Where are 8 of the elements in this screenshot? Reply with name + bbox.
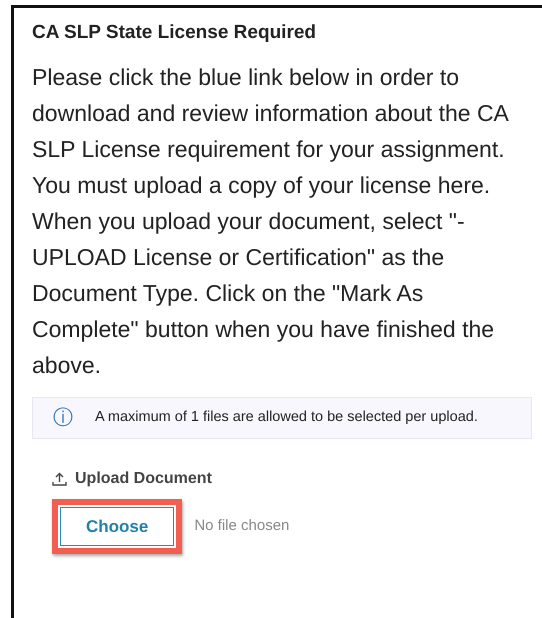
choose-button[interactable]: Choose <box>60 506 174 546</box>
upload-icon <box>52 472 67 486</box>
panel-title: CA SLP State License Required <box>32 22 318 45</box>
file-status-text: No file chosen <box>194 516 290 536</box>
upload-label: Upload Document <box>75 468 212 489</box>
instructions-text: Please click the blue link below in order to download and review information about the CA SLP License requirement for your assignment. You must upload a copy of your license here. When you upload your document, select "-UPLOAD License or Certification" as the Document Type. Click on the "Mark As Complete" button when you have finished the above. <box>32 62 510 380</box>
notice-text: A maximum of 1 files are allowed to be selected per upload. <box>95 408 478 427</box>
info-icon: ⓘ <box>53 408 73 428</box>
